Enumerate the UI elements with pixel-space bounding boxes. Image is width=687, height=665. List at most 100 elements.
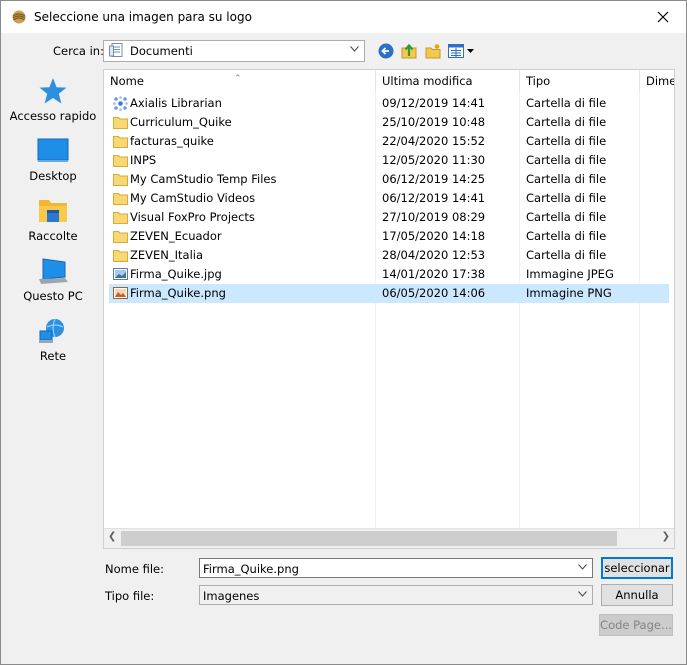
filename-label: Nome file: (105, 562, 164, 576)
png-file-icon (113, 287, 128, 299)
file-modified: 09/12/2019 14:41 (382, 96, 486, 110)
file-type: Cartella di file (526, 210, 607, 224)
file-type: Cartella di file (526, 191, 607, 205)
close-button[interactable] (640, 1, 686, 33)
up-folder-button[interactable] (399, 41, 419, 61)
folder-icon (113, 231, 128, 243)
scroll-right-arrow-icon[interactable]: ❯ (662, 531, 670, 542)
folder-icon (113, 250, 128, 262)
new-folder-button[interactable] (423, 41, 443, 61)
scroll-left-arrow-icon[interactable]: ❮ (108, 531, 116, 542)
file-type: Immagine PNG (526, 286, 612, 300)
window-title: Seleccione una imagen para su logo (34, 10, 252, 24)
place-label: Desktop (29, 169, 77, 183)
file-type: Cartella di file (526, 229, 607, 243)
filename-input[interactable]: Firma_Quike.png (199, 558, 593, 578)
file-modified: 06/12/2019 14:25 (382, 172, 486, 186)
folder-icon (113, 212, 128, 224)
file-name: Firma_Quike.png (130, 286, 226, 300)
close-icon (657, 11, 669, 23)
scrollbar-thumb[interactable] (121, 531, 617, 546)
file-type: Immagine JPEG (526, 267, 614, 281)
title-bar: Seleccione una imagen para su logo (1, 1, 686, 33)
place-quick-access[interactable]: Accesso rapido (5, 77, 101, 133)
folder-icon (113, 174, 128, 186)
file-open-dialog: Seleccione una imagen para su logo Cerca… (0, 0, 687, 665)
place-label: Raccolte (28, 229, 78, 243)
back-button[interactable] (376, 41, 396, 61)
file-modified: 27/10/2019 08:29 (382, 210, 486, 224)
file-name: Axialis Librarian (130, 96, 222, 110)
file-name: My CamStudio Videos (130, 191, 256, 205)
file-row[interactable]: facturas_quike 22/04/2020 15:52 Cartella d… (109, 132, 669, 151)
lookin-label: Cerca in: (53, 44, 104, 58)
lookin-combobox[interactable]: Documenti (103, 40, 365, 62)
file-list[interactable]: ⌃ Nome Ultima modifica Tipo Dime Axialis… (103, 69, 675, 549)
place-network[interactable]: Rete (5, 317, 101, 373)
file-row[interactable]: INPS 12/05/2020 11:30 Cartella di file (109, 151, 669, 170)
file-name: ZEVEN_Italia (130, 248, 204, 262)
filename-value: Firma_Quike.png (203, 562, 299, 576)
chevron-down-icon (578, 591, 587, 597)
file-name: Visual FoxPro Projects (130, 210, 255, 224)
column-header-type[interactable]: Tipo (520, 70, 640, 92)
file-modified: 14/01/2020 17:38 (382, 267, 486, 281)
jpeg-file-icon (113, 268, 128, 280)
file-name: facturas_quike (130, 134, 214, 148)
cancel-button[interactable]: Annulla (601, 584, 673, 606)
documents-folder-icon (109, 43, 123, 57)
folder-icon (113, 155, 128, 167)
place-libraries[interactable]: Raccolte (5, 197, 101, 253)
file-row[interactable]: My CamStudio Temp Files 06/12/2019 14:25 C… (109, 170, 669, 189)
file-row[interactable]: Firma_Quike.png 06/05/2020 14:06 Immagine … (109, 284, 669, 303)
select-button[interactable]: seleccionar (601, 557, 673, 579)
back-icon (378, 43, 394, 59)
sort-ascending-icon: ⌃ (234, 74, 242, 84)
place-label: Rete (39, 349, 67, 363)
file-type: Cartella di file (526, 248, 607, 262)
folder-icon (113, 136, 128, 148)
place-label: Accesso rapido (9, 109, 97, 123)
file-modified: 06/05/2020 14:06 (382, 286, 486, 300)
quick-access-star-icon (39, 78, 67, 104)
file-name: INPS (130, 153, 157, 167)
network-icon (39, 318, 64, 343)
place-this-pc[interactable]: Questo PC (5, 257, 101, 313)
column-header-size[interactable]: Dime (640, 70, 674, 92)
up-folder-icon (401, 43, 417, 59)
file-row[interactable]: Axialis Librarian 09/12/2019 14:41 Cartell… (109, 94, 669, 113)
filetype-select[interactable]: Imagenes (199, 585, 593, 605)
place-desktop[interactable]: Desktop (5, 137, 101, 193)
horizontal-scrollbar[interactable]: ❮ ❯ (104, 528, 674, 548)
column-header-name[interactable]: ⌃ Nome (104, 70, 376, 92)
file-modified: 06/12/2019 14:41 (382, 191, 486, 205)
file-modified: 17/05/2020 14:18 (382, 229, 486, 243)
computer-icon (39, 258, 68, 284)
filetype-value: Imagenes (203, 589, 260, 603)
app-icon (12, 10, 26, 24)
file-row[interactable]: Curriculum_Quike 25/10/2019 10:48 Cartella… (109, 113, 669, 132)
filetype-label: Tipo file: (105, 589, 155, 603)
file-row[interactable]: Visual FoxPro Projects 27/10/2019 08:29 Ca… (109, 208, 669, 227)
file-type: Cartella di file (526, 134, 607, 148)
desktop-icon (37, 138, 69, 162)
file-type: Cartella di file (526, 172, 607, 186)
chevron-down-icon (578, 564, 587, 570)
view-menu-icon (448, 44, 474, 58)
file-type: Cartella di file (526, 153, 607, 167)
file-row[interactable]: ZEVEN_Italia 28/04/2020 12:53 Cartella di … (109, 246, 669, 265)
column-header-row: ⌃ Nome Ultima modifica Tipo Dime (104, 70, 674, 92)
file-type: Cartella di file (526, 96, 607, 110)
file-name: My CamStudio Temp Files (130, 172, 277, 186)
file-row[interactable]: ZEVEN_Ecuador 17/05/2020 14:18 Cartella di… (109, 227, 669, 246)
codepage-button[interactable]: Code Page... (599, 614, 673, 636)
file-modified: 12/05/2020 11:30 (382, 153, 486, 167)
new-folder-icon (425, 44, 440, 59)
file-modified: 25/10/2019 10:48 (382, 115, 486, 129)
file-name: Curriculum_Quike (130, 115, 232, 129)
column-header-modified[interactable]: Ultima modifica (376, 70, 520, 92)
view-menu-button[interactable] (447, 41, 475, 61)
file-name: ZEVEN_Ecuador (130, 229, 222, 243)
file-row[interactable]: My CamStudio Videos 06/12/2019 14:41 Carte… (109, 189, 669, 208)
file-row[interactable]: Firma_Quike.jpg 14/01/2020 17:38 Immagine … (109, 265, 669, 284)
